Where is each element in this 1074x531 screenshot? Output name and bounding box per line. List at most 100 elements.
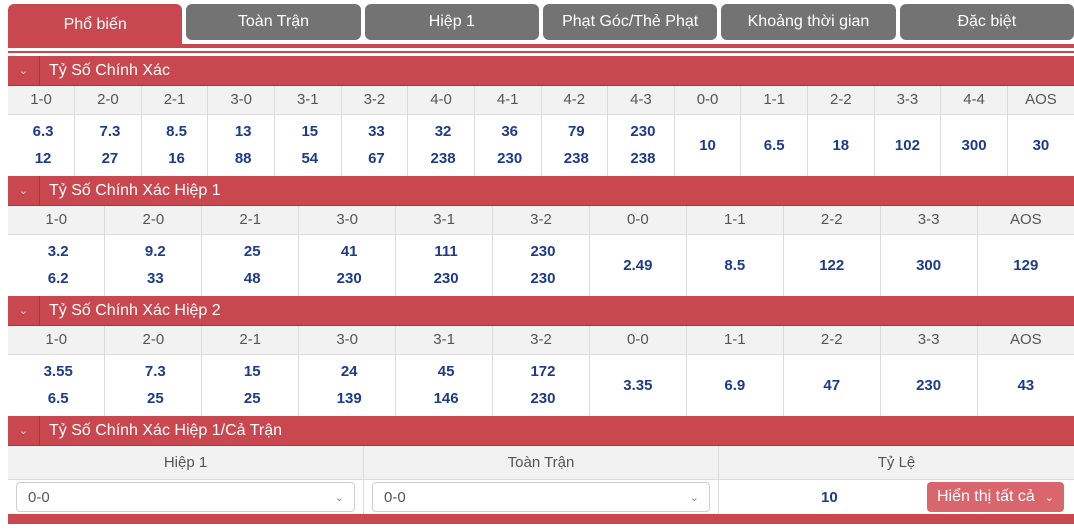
odds-away[interactable]: 25: [202, 390, 298, 407]
odds-draw[interactable]: 30: [1033, 137, 1050, 154]
odds-away[interactable]: 230: [299, 270, 395, 287]
show-all-label: Hiển thị tất cả: [936, 488, 1035, 505]
odds-away[interactable]: 48: [202, 270, 298, 287]
odds-away[interactable]: 27: [75, 150, 141, 167]
odds-cell: 33 67: [340, 114, 408, 176]
odds-draw[interactable]: 122: [819, 257, 844, 274]
odds-cell: 3.2 6.2: [8, 234, 105, 296]
tab-2[interactable]: Hiệp 1: [364, 4, 539, 40]
odds-away[interactable]: 230: [396, 270, 492, 287]
ht-score-select[interactable]: 0-0 ⌄: [16, 482, 355, 512]
odds-home[interactable]: 7.3: [105, 363, 201, 380]
odds-cell: 15 25: [201, 354, 299, 416]
ft-score-select[interactable]: 0-0 ⌄: [372, 482, 710, 512]
chevron-down-icon[interactable]: ⌄: [8, 56, 40, 85]
tab-0[interactable]: Phổ biến: [8, 4, 183, 46]
odds-away[interactable]: 238: [542, 150, 608, 167]
odds-away[interactable]: 139: [299, 390, 395, 407]
tab-3[interactable]: Phạt Góc/Thẻ Phạt: [542, 4, 718, 40]
odds-draw[interactable]: 6.9: [724, 377, 745, 394]
odds-home[interactable]: 79: [542, 123, 608, 140]
odds-home[interactable]: 230: [608, 123, 674, 140]
htft-odds-value[interactable]: 10: [821, 489, 838, 506]
score-header: 3-2: [492, 206, 590, 235]
tab-1[interactable]: Toàn Trận: [186, 4, 361, 40]
odds-home[interactable]: 3.2: [8, 243, 104, 260]
odds-home[interactable]: 33: [342, 123, 408, 140]
odds-draw[interactable]: 300: [962, 137, 987, 154]
odds-cell: 300: [940, 114, 1008, 176]
odds-draw[interactable]: 8.5: [724, 257, 745, 274]
odds-draw[interactable]: 10: [699, 137, 716, 154]
odds-away[interactable]: 6.2: [8, 270, 104, 287]
odds-home[interactable]: 7.3: [75, 123, 141, 140]
tab-5[interactable]: Đặc biệt: [899, 4, 1074, 40]
odds-away[interactable]: 238: [608, 150, 674, 167]
odds-cell: 3.55 6.5: [8, 354, 105, 416]
odds-home[interactable]: 230: [493, 243, 589, 260]
score-header: 2-2: [807, 86, 875, 115]
score-header: 3-2: [340, 86, 408, 115]
odds-home[interactable]: 13: [208, 123, 274, 140]
odds-draw[interactable]: 129: [1013, 257, 1038, 274]
odds-home[interactable]: 15: [202, 363, 298, 380]
section-header[interactable]: ⌄ Tỷ Số Chính Xác: [8, 56, 1074, 86]
odds-home[interactable]: 45: [396, 363, 492, 380]
score-header: 3-0: [207, 86, 275, 115]
odds-home[interactable]: 8.5: [142, 123, 208, 140]
score-header: AOS: [976, 326, 1074, 355]
show-all-button[interactable]: Hiển thị tất cả ⌄: [926, 482, 1064, 512]
next-section-header: [8, 514, 1074, 524]
tab-4[interactable]: Khoảng thời gian: [721, 4, 896, 40]
section-2: ⌄ Tỷ Số Chính Xác Hiệp 2 1-0 2-0 2-1 3-0 3-1…: [8, 296, 1074, 416]
odds-home[interactable]: 9.2: [105, 243, 201, 260]
odds-draw[interactable]: 300: [916, 257, 941, 274]
score-header: 2-1: [140, 86, 208, 115]
score-header: 2-1: [201, 326, 299, 355]
odds-away[interactable]: 54: [275, 150, 341, 167]
odds-away[interactable]: 16: [142, 150, 208, 167]
score-header: 1-0: [8, 326, 105, 355]
odds-draw[interactable]: 3.35: [623, 377, 652, 394]
odds-away[interactable]: 6.5: [8, 390, 104, 407]
odds-away[interactable]: 230: [493, 390, 589, 407]
odds-row: 6.3 12 7.3 27 8.5 16 13 88 15 54 33 67 3…: [8, 114, 1074, 176]
odds-draw[interactable]: 230: [916, 377, 941, 394]
score-header: 3-2: [492, 326, 590, 355]
odds-away[interactable]: 25: [105, 390, 201, 407]
odds-home[interactable]: 36: [475, 123, 541, 140]
section-header[interactable]: ⌄ Tỷ Số Chính Xác Hiệp 2: [8, 296, 1074, 326]
odds-draw[interactable]: 6.5: [764, 137, 785, 154]
odds-away[interactable]: 12: [8, 150, 74, 167]
odds-home[interactable]: 41: [299, 243, 395, 260]
odds-away[interactable]: 230: [475, 150, 541, 167]
odds-home[interactable]: 172: [493, 363, 589, 380]
section-header[interactable]: ⌄ Tỷ Số Chính Xác Hiệp 1: [8, 176, 1074, 206]
odds-away[interactable]: 230: [493, 270, 589, 287]
odds-draw[interactable]: 43: [1017, 377, 1034, 394]
odds-away[interactable]: 238: [408, 150, 474, 167]
odds-away[interactable]: 67: [342, 150, 408, 167]
header-ft: Toàn Trận: [363, 446, 718, 479]
chevron-down-icon[interactable]: ⌄: [8, 296, 40, 325]
odds-away[interactable]: 33: [105, 270, 201, 287]
odds-home[interactable]: 6.3: [8, 123, 74, 140]
odds-draw[interactable]: 2.49: [623, 257, 652, 274]
odds-row: 3.55 6.5 7.3 25 15 25 24 139 45 146 172 …: [8, 354, 1074, 416]
odds-away[interactable]: 146: [396, 390, 492, 407]
odds-draw[interactable]: 18: [832, 137, 849, 154]
odds-home[interactable]: 32: [408, 123, 474, 140]
odds-home[interactable]: 15: [275, 123, 341, 140]
odds-draw[interactable]: 47: [823, 377, 840, 394]
odds-cell: 10: [673, 114, 741, 176]
odds-home[interactable]: 25: [202, 243, 298, 260]
odds-home[interactable]: 111: [396, 243, 492, 260]
score-header: 3-1: [395, 206, 493, 235]
odds-home[interactable]: 3.55: [8, 363, 104, 380]
odds-draw[interactable]: 102: [895, 137, 920, 154]
section-header[interactable]: ⌄ Tỷ Số Chính Xác Hiệp 1/Cả Trận: [8, 416, 1074, 446]
odds-away[interactable]: 88: [208, 150, 274, 167]
chevron-down-icon[interactable]: ⌄: [8, 416, 40, 445]
chevron-down-icon[interactable]: ⌄: [8, 176, 40, 205]
odds-home[interactable]: 24: [299, 363, 395, 380]
